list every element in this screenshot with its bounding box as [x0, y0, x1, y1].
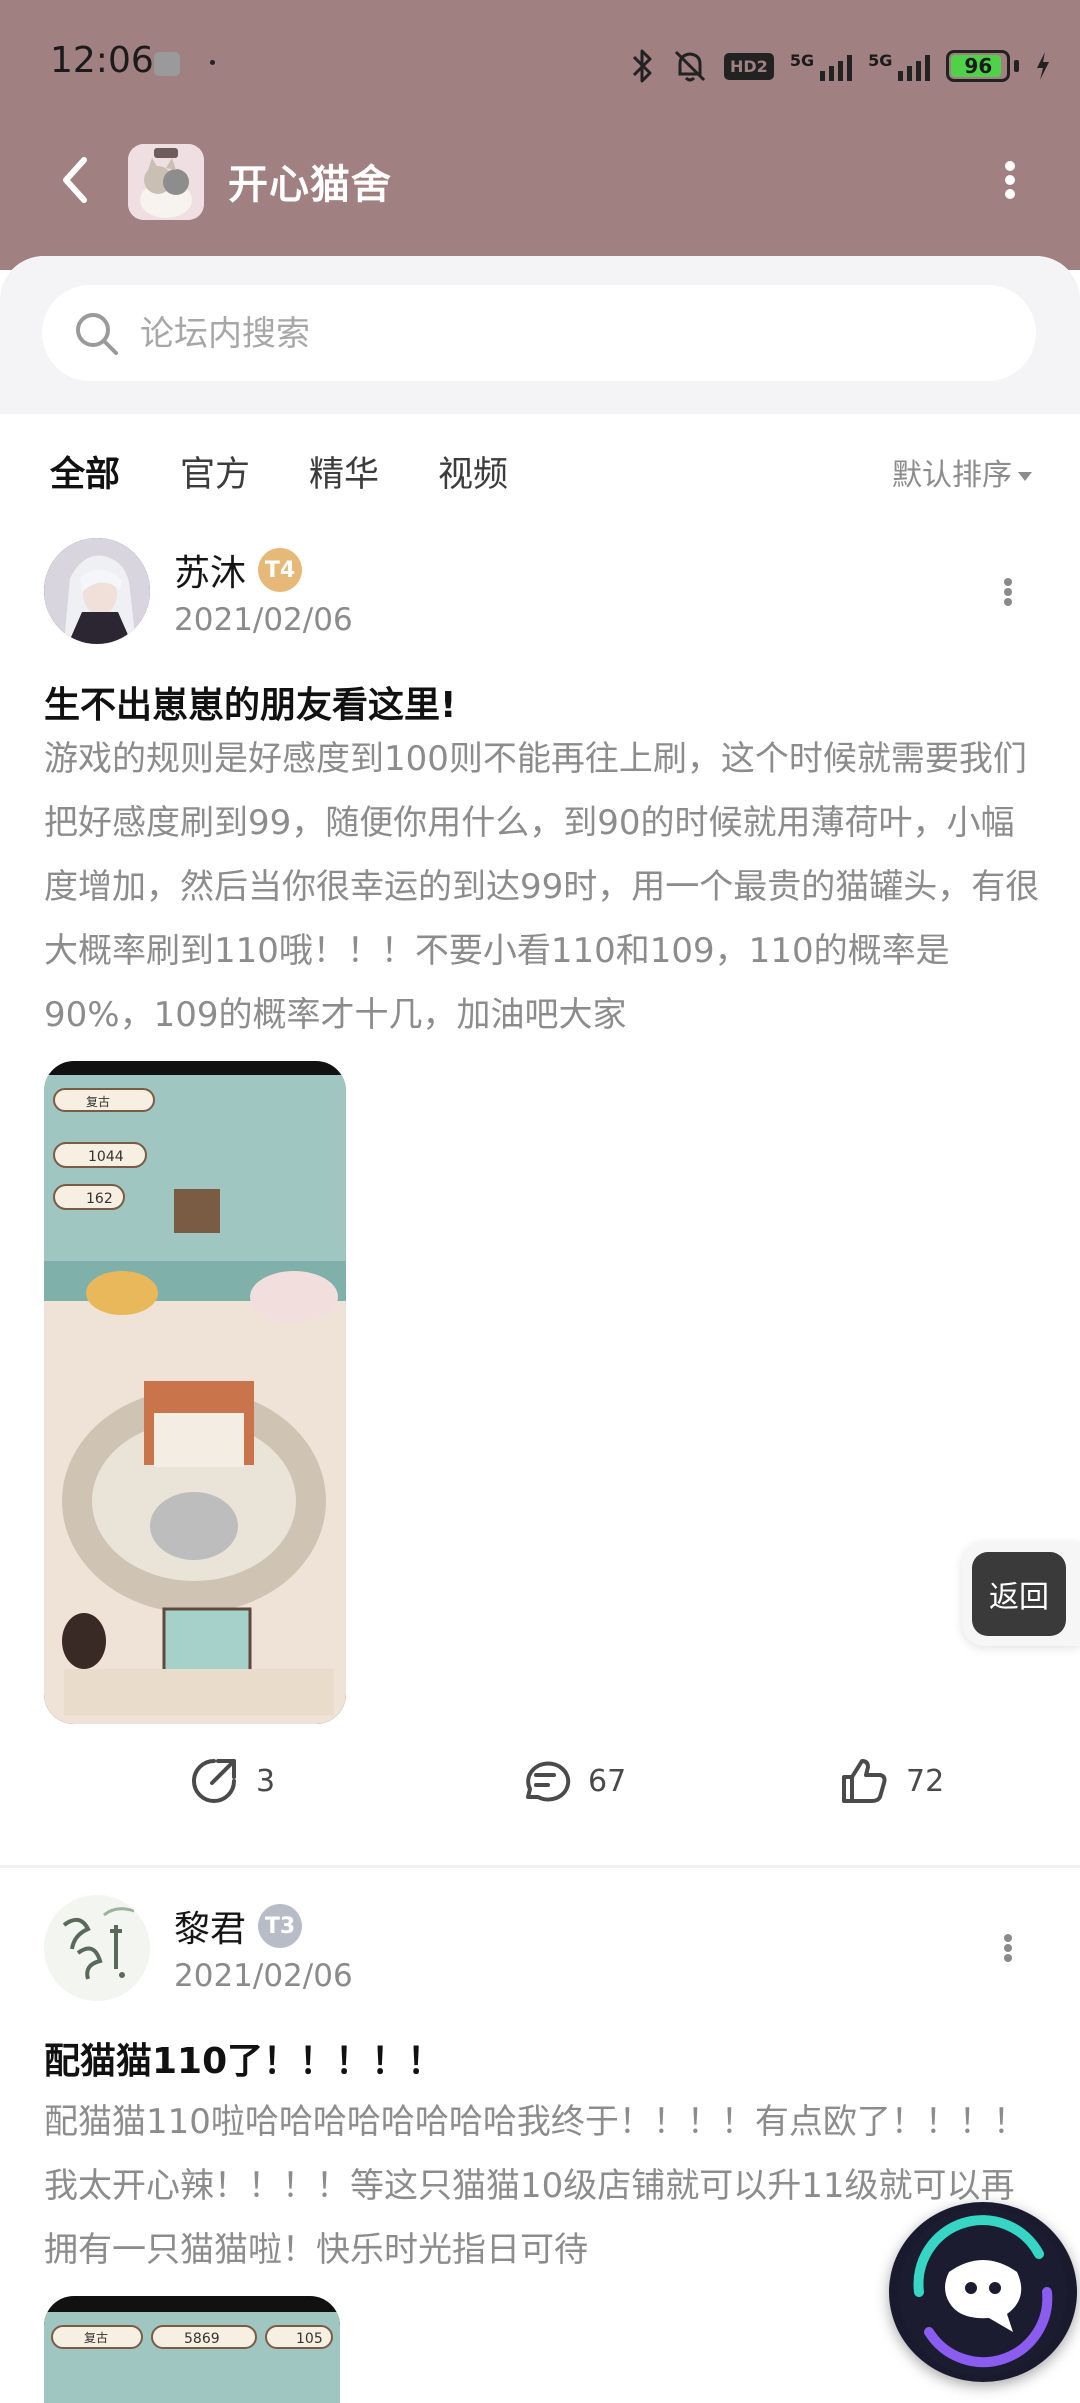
search-bar[interactable]	[42, 285, 1036, 383]
author-name[interactable]: 黎君	[174, 1900, 246, 1952]
tab-official[interactable]: 官方	[180, 446, 250, 497]
search-icon	[76, 313, 118, 355]
forum-avatar[interactable]	[128, 144, 204, 220]
status-dot	[210, 60, 215, 65]
top-navigation: 开心猫舍	[0, 130, 1080, 230]
return-label: 返回	[972, 1552, 1066, 1636]
chat-fab-button[interactable]	[889, 2202, 1077, 2382]
status-icons: HD2 5G 5G 96	[630, 44, 1051, 88]
battery-tip	[1014, 60, 1020, 72]
image-label-name: 复古	[84, 2330, 108, 2345]
level-badge: T3	[258, 1904, 302, 1948]
status-bar: 12:06 HD2 5G 5G 96	[0, 0, 1080, 125]
image-label-fish: 5869	[184, 2331, 220, 2347]
tab-all[interactable]: 全部	[50, 446, 121, 515]
forum-title: 开心猫舍	[228, 162, 392, 208]
comment-count: 67	[588, 1763, 627, 1799]
post-image[interactable]: 复古 1044 162	[44, 1061, 346, 1724]
signal-strength-1-icon: 5G	[789, 51, 853, 81]
network-type-2: 5G	[868, 51, 893, 70]
post-date: 2021/02/06	[174, 1958, 353, 1994]
tab-featured[interactable]: 精华	[309, 446, 379, 497]
notification-icon	[154, 52, 180, 76]
image-label-fish: 1044	[88, 1149, 124, 1165]
tab-video-label: 视频	[438, 455, 509, 495]
post-title[interactable]: 配猫猫110了！！！！！	[44, 2032, 443, 2084]
author-name[interactable]: 苏沐	[174, 544, 246, 596]
post-image[interactable]: 复古 5869 105	[44, 2296, 340, 2403]
chevron-left-icon[interactable]	[46, 150, 106, 210]
sort-dropdown[interactable]: 默认排序	[892, 450, 1032, 494]
tab-video[interactable]: 视频	[438, 446, 508, 497]
post-actions: 3 67 72	[0, 1755, 1080, 1835]
level-badge: T4	[258, 548, 302, 592]
tab-all-label: 全部	[50, 455, 121, 495]
network-type-1: 5G	[789, 51, 815, 70]
post-title[interactable]: 生不出崽崽的朋友看这里!	[44, 676, 456, 728]
status-time: 12:06	[50, 40, 154, 81]
thumbs-up-icon	[842, 1759, 887, 1803]
share-button[interactable]: 3	[188, 1755, 275, 1807]
like-count: 72	[906, 1763, 945, 1799]
vertical-dots-icon[interactable]	[996, 1918, 1020, 1978]
battery-icon: 96	[946, 50, 1011, 82]
signal-strength-2-icon: 5G	[868, 51, 931, 81]
comment-button[interactable]: 67	[518, 1755, 626, 1807]
post-body[interactable]: 配猫猫110啦哈哈哈哈哈哈哈哈我终于！！！！有点欧了！！！！我太开心辣！！！！等…	[44, 2090, 1040, 2282]
battery-level: 96	[964, 54, 993, 78]
image-label-coins: 105	[296, 2331, 323, 2347]
author-avatar[interactable]	[44, 538, 150, 644]
sort-label: 默认排序	[892, 458, 1012, 493]
comment-icon	[526, 1761, 571, 1802]
author-avatar[interactable]	[44, 1895, 150, 2001]
hd-badge: HD2	[724, 52, 774, 80]
image-label-name: 复古	[86, 1094, 110, 1109]
like-button[interactable]: 72	[838, 1755, 944, 1807]
vertical-dots-icon[interactable]	[996, 562, 1020, 622]
charging-icon	[1037, 52, 1050, 80]
chat-bubble-icon	[899, 2208, 1067, 2376]
tab-bar: 全部 官方 精华 视频 默认排序	[0, 430, 1080, 515]
search-input[interactable]	[138, 285, 1002, 383]
mute-bell-icon	[674, 50, 706, 82]
caret-down-icon	[1018, 472, 1032, 481]
post-divider	[0, 1865, 1080, 1868]
image-label-coins: 162	[86, 1191, 113, 1207]
bluetooth-icon	[632, 49, 652, 83]
post-body[interactable]: 游戏的规则是好感度到100则不能再往上刷，这个时候就需要我们把好感度刷到99，随…	[44, 727, 1040, 1047]
share-icon	[192, 1759, 236, 1803]
tab-featured-label: 精华	[309, 455, 380, 495]
vertical-dots-icon[interactable]	[990, 150, 1030, 210]
tab-official-label: 官方	[180, 455, 251, 495]
share-count: 3	[256, 1763, 276, 1799]
floating-return-button[interactable]: 返回	[962, 1542, 1080, 1646]
post-date: 2021/02/06	[174, 602, 353, 638]
